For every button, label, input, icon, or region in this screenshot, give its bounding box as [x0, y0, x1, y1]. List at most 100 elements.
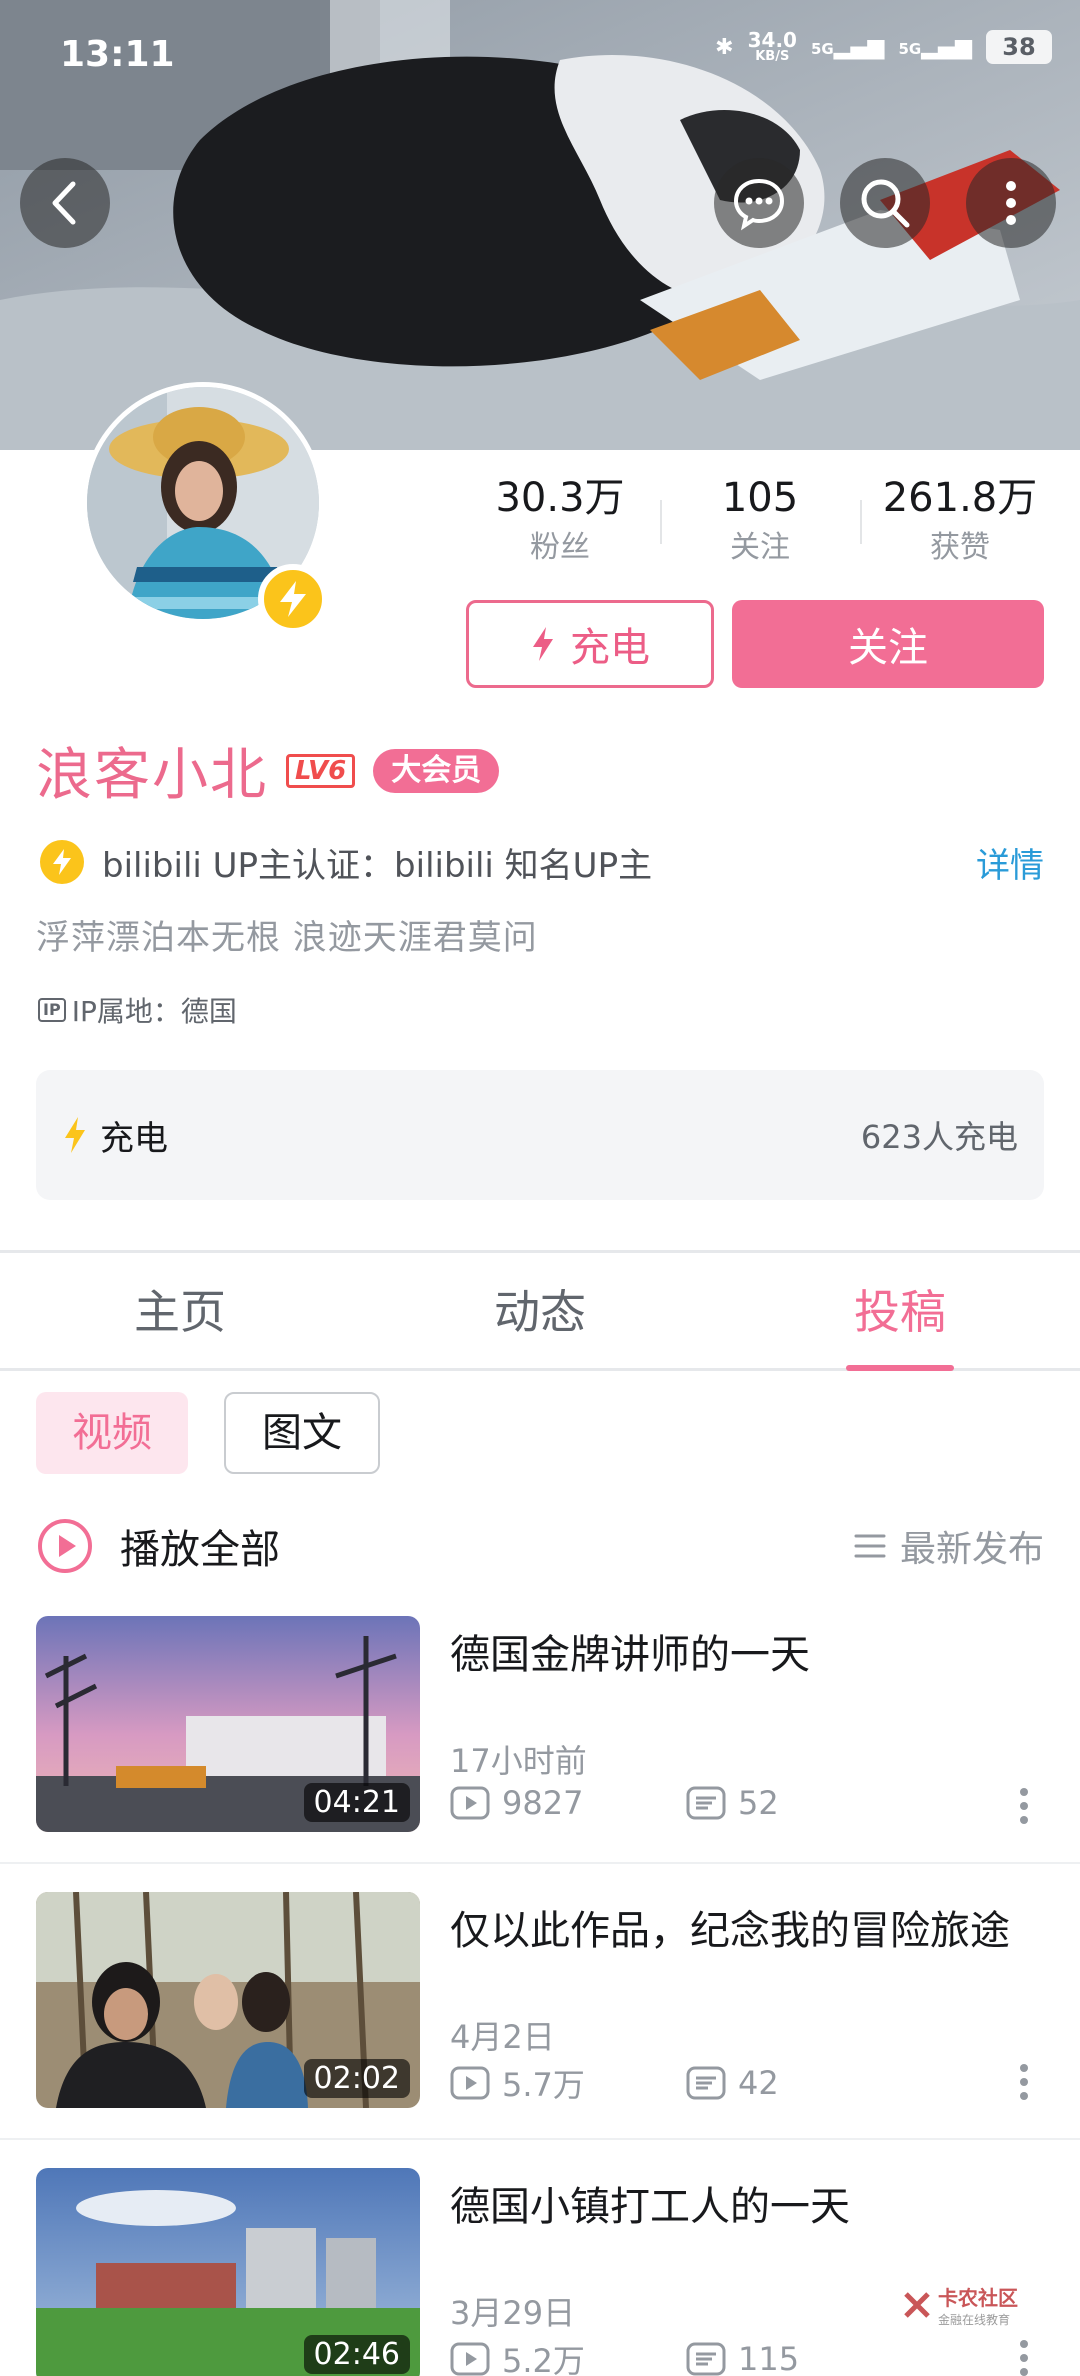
stat-fans[interactable]: 30.3万 粉丝 — [460, 470, 660, 580]
sort-label: 最新发布 — [899, 1529, 1044, 1570]
vip-badge[interactable]: 大会员 — [373, 748, 500, 793]
ip-location: IP IP属地：德国 — [38, 990, 237, 1030]
charge-badge — [258, 564, 328, 634]
video-more-button[interactable] — [1004, 1776, 1044, 1836]
lightning-icon — [280, 581, 306, 617]
comment-count-icon — [686, 2066, 726, 2100]
list-divider — [0, 1862, 1080, 1864]
video-duration: 04:21 — [303, 1783, 410, 1822]
comment-count-icon — [686, 1786, 726, 1820]
video-views: 9827 — [502, 1784, 584, 1822]
watermark-logo-icon — [904, 2292, 930, 2318]
video-duration: 02:02 — [303, 2059, 410, 2098]
list-header: 播放全部 最新发布 — [36, 1514, 1044, 1578]
play-all-icon[interactable] — [36, 1517, 94, 1575]
lightning-icon — [53, 849, 71, 875]
video-item[interactable]: 02:02 仅以此作品，纪念我的冒险旅途 4月2日 5.7万 42 — [36, 1892, 1044, 2110]
network-speed-value: 34.0 — [747, 28, 797, 52]
search-icon — [861, 179, 910, 228]
battery-indicator: 38 — [986, 30, 1052, 64]
follow-button[interactable]: 关注 — [732, 600, 1044, 688]
profile-banner: 13:11 ✱ 34.0 KB/S 5G▂▄▆ 5G▂▄▆ 38 — [0, 0, 1080, 450]
profile-stats: 30.3万 粉丝 105 关注 261.8万 获赞 — [460, 470, 1060, 580]
certification-icon — [40, 840, 84, 884]
play-count-icon — [450, 2066, 490, 2100]
lightning-icon — [533, 627, 553, 661]
signal-5g-2: 5G▂▄▆ — [898, 34, 972, 60]
watermark: 卡农社区 金融在线教育 — [902, 2282, 1018, 2328]
certification-text: bilibili UP主认证：bilibili 知名UP主 — [102, 845, 653, 886]
bluetooth-icon: ✱ — [715, 34, 734, 60]
tab-dynamic[interactable]: 动态 — [360, 1253, 720, 1368]
tab-uploads[interactable]: 投稿 — [720, 1253, 1080, 1371]
stat-following-value: 105 — [721, 475, 799, 521]
profile-tabs: 主页 动态 投稿 — [0, 1253, 1080, 1371]
video-date: 4月2日 — [450, 2018, 555, 2056]
video-title[interactable]: 德国金牌讲师的一天 — [450, 1622, 810, 1680]
video-comments: 52 — [738, 1784, 779, 1822]
charge-card-count: 623人充电 — [860, 1118, 1018, 1156]
back-arrow-icon — [52, 181, 76, 225]
filter-chip-video[interactable]: 视频 — [36, 1392, 188, 1474]
stat-following-label: 关注 — [730, 530, 790, 565]
charge-button-label: 充电 — [570, 625, 650, 671]
watermark-subtitle: 金融在线教育 — [938, 2313, 1011, 2327]
video-comments: 42 — [738, 2064, 779, 2102]
play-count-icon — [450, 1786, 490, 1820]
video-meta: 5.2万 115 — [450, 2336, 922, 2376]
more-vertical-icon — [1020, 2064, 1028, 2100]
video-comments: 115 — [738, 2340, 800, 2376]
video-title[interactable]: 德国小镇打工人的一天 — [450, 2174, 850, 2232]
user-bio: 浮萍漂泊本无根 浪迹天涯君莫问 — [36, 918, 538, 958]
video-title[interactable]: 仅以此作品，纪念我的冒险旅途 — [450, 1898, 1010, 1956]
certification-detail-link[interactable]: 详情 — [976, 838, 1044, 887]
stat-likes[interactable]: 261.8万 获赞 — [860, 470, 1060, 580]
search-button[interactable] — [840, 158, 930, 248]
video-thumbnail[interactable]: 02:02 — [36, 1892, 420, 2108]
video-meta: 9827 52 — [450, 1784, 922, 1822]
list-sort-icon — [854, 1534, 886, 1558]
back-button[interactable] — [20, 158, 110, 248]
video-date: 3月29日 — [450, 2294, 576, 2332]
network-speed: 34.0 KB/S — [748, 30, 797, 64]
comment-count-icon — [686, 2342, 726, 2376]
lightning-icon — [65, 1117, 85, 1153]
sort-button[interactable]: 最新发布 — [854, 1520, 1044, 1572]
charge-button[interactable]: 充电 — [466, 600, 714, 688]
ip-icon: IP — [38, 998, 66, 1022]
more-vertical-icon — [1006, 181, 1016, 225]
status-time: 13:11 — [60, 34, 175, 75]
more-vertical-icon — [1020, 1788, 1028, 1824]
video-item[interactable]: 04:21 德国金牌讲师的一天 17小时前 9827 52 — [36, 1616, 1044, 1834]
video-duration: 02:46 — [303, 2335, 410, 2374]
stat-following[interactable]: 105 关注 — [660, 470, 860, 580]
stat-likes-value: 261.8万 — [882, 475, 1038, 521]
message-button[interactable] — [714, 158, 804, 248]
content-filter: 视频 图文 — [36, 1392, 380, 1474]
tab-home[interactable]: 主页 — [0, 1253, 360, 1368]
more-vertical-icon — [1020, 2340, 1028, 2376]
name-row: 浪客小北 LV6 大会员 — [36, 730, 500, 811]
video-views: 5.7万 — [502, 2066, 585, 2104]
video-meta: 5.7万 42 — [450, 2060, 922, 2106]
chat-bubble-icon — [733, 178, 785, 231]
more-button[interactable] — [966, 158, 1056, 248]
video-thumbnail[interactable]: 04:21 — [36, 1616, 420, 1832]
video-more-button[interactable] — [1004, 2328, 1044, 2376]
video-item[interactable]: 02:46 德国小镇打工人的一天 3月29日 5.2万 115 — [36, 2168, 1044, 2376]
video-views: 5.2万 — [502, 2342, 585, 2376]
filter-chip-article[interactable]: 图文 — [224, 1392, 380, 1474]
watermark-title: 卡农社区 — [938, 2286, 1018, 2310]
video-thumbnail[interactable]: 02:46 — [36, 2168, 420, 2376]
certification-row: bilibili UP主认证：bilibili 知名UP主 详情 — [40, 836, 1044, 888]
stat-fans-value: 30.3万 — [495, 475, 625, 521]
stat-likes-label: 获赞 — [930, 530, 990, 565]
video-more-button[interactable] — [1004, 2052, 1044, 2112]
status-bar: 13:11 ✱ 34.0 KB/S 5G▂▄▆ 5G▂▄▆ 38 — [0, 0, 1080, 110]
play-count-icon — [450, 2342, 490, 2376]
play-all-button[interactable]: 播放全部 — [120, 1517, 854, 1575]
level-badge: LV6 — [286, 753, 356, 788]
user-name: 浪客小北 — [36, 743, 268, 808]
charge-card[interactable]: 充电 623人充电 — [36, 1070, 1044, 1200]
network-speed-unit: KB/S — [755, 49, 790, 64]
